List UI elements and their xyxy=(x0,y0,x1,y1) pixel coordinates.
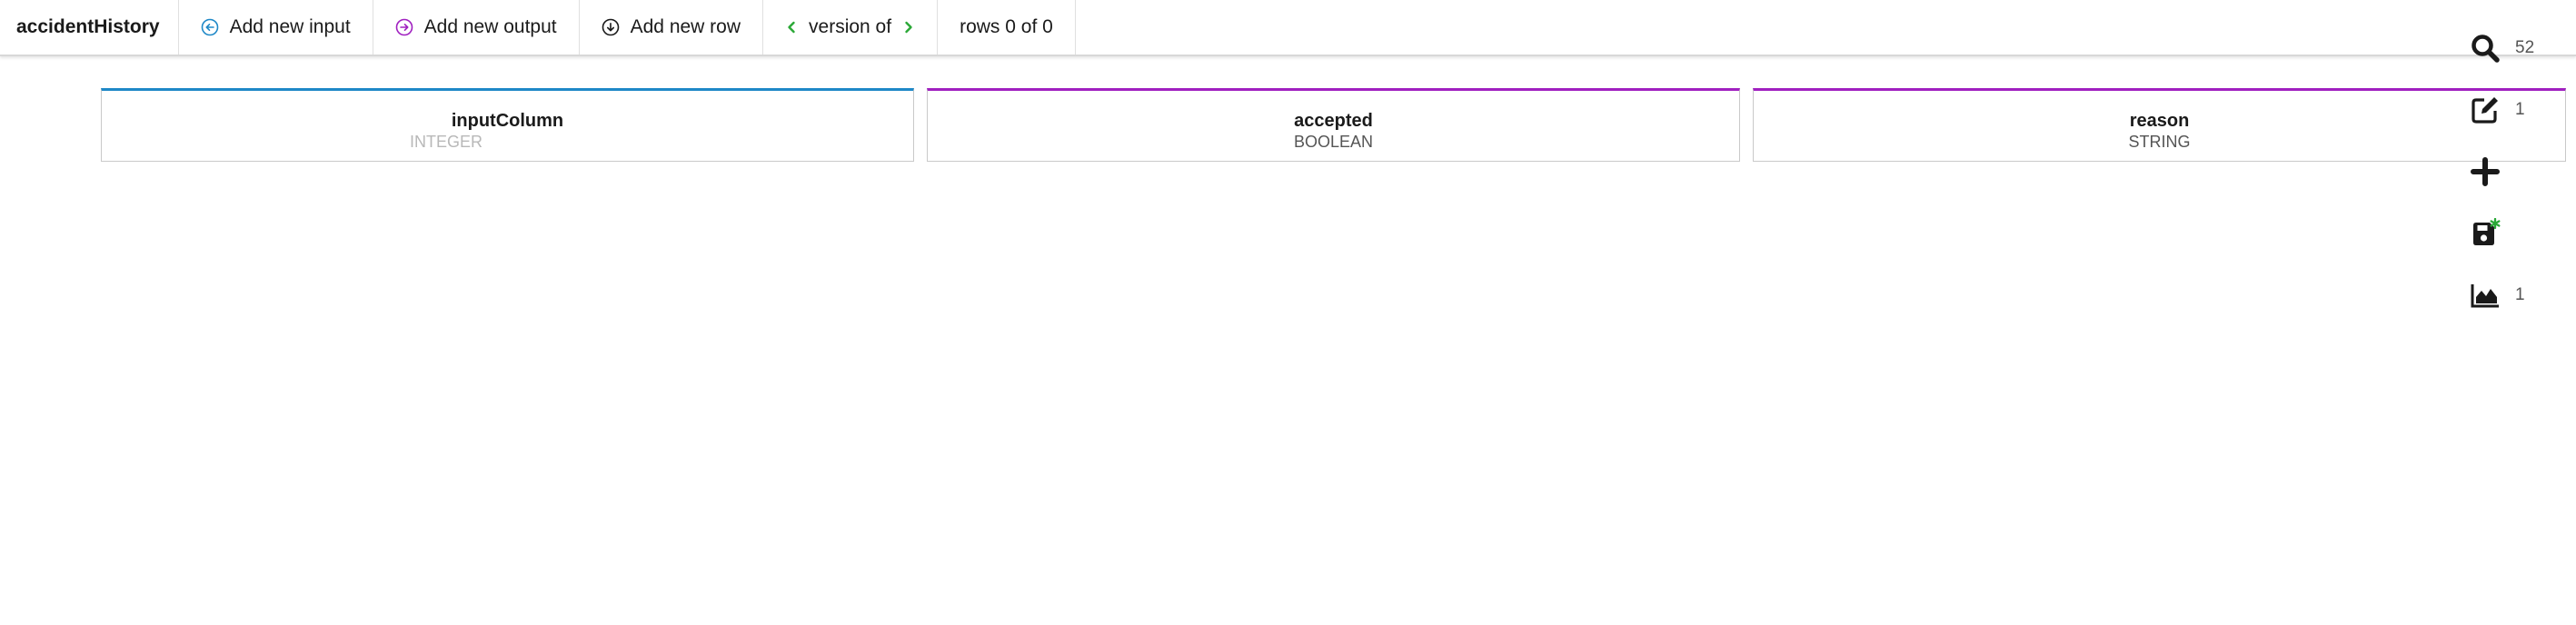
column-name: inputColumn xyxy=(451,111,564,131)
arrow-down-circle-icon xyxy=(602,18,620,36)
column-header-inputcolumn[interactable]: inputColumn INTEGER xyxy=(101,88,914,162)
add-input-button[interactable]: Add new input xyxy=(179,0,373,55)
column-headers: inputColumn INTEGER accepted BOOLEAN rea… xyxy=(101,88,2566,162)
column-type: BOOLEAN xyxy=(1293,133,1374,151)
version-label: version of xyxy=(809,16,892,37)
edit-icon xyxy=(2468,93,2502,127)
chart-count: 1 xyxy=(2515,285,2525,304)
add-button[interactable] xyxy=(2468,154,2568,216)
add-output-label: Add new output xyxy=(423,16,557,37)
add-row-label: Add new row xyxy=(630,16,741,37)
rows-counter: rows 0 of 0 xyxy=(938,0,1076,55)
column-type: STRING xyxy=(2128,133,2191,151)
plus-icon xyxy=(2468,154,2502,189)
column-type: INTEGER xyxy=(410,133,483,151)
arrow-left-circle-icon xyxy=(201,18,219,36)
add-row-button[interactable]: Add new row xyxy=(580,0,764,55)
area-chart-icon xyxy=(2468,278,2502,312)
column-name: reason xyxy=(2129,111,2190,131)
search-button[interactable]: 52 xyxy=(2468,31,2568,93)
save-icon xyxy=(2468,216,2502,251)
chevron-left-icon[interactable] xyxy=(785,18,798,36)
search-icon xyxy=(2468,31,2502,65)
column-header-accepted[interactable]: accepted BOOLEAN xyxy=(927,88,1740,162)
search-count: 52 xyxy=(2515,38,2535,57)
edit-count: 1 xyxy=(2515,100,2525,119)
add-input-label: Add new input xyxy=(229,16,351,37)
save-button[interactable] xyxy=(2468,216,2568,278)
chart-button[interactable]: 1 xyxy=(2468,278,2568,340)
column-header-reason[interactable]: reason STRING xyxy=(1753,88,2566,162)
add-output-button[interactable]: Add new output xyxy=(373,0,580,55)
tool-rail: 52 1 1 xyxy=(2468,31,2568,340)
chevron-right-icon[interactable] xyxy=(902,18,915,36)
toolbar: accidentHistory Add new input Add new ou… xyxy=(0,0,2576,56)
column-name: accepted xyxy=(1294,111,1373,131)
version-selector: version of xyxy=(763,0,939,55)
arrow-right-circle-icon xyxy=(395,18,413,36)
table-title: accidentHistory xyxy=(0,0,179,55)
edit-button[interactable]: 1 xyxy=(2468,93,2568,154)
